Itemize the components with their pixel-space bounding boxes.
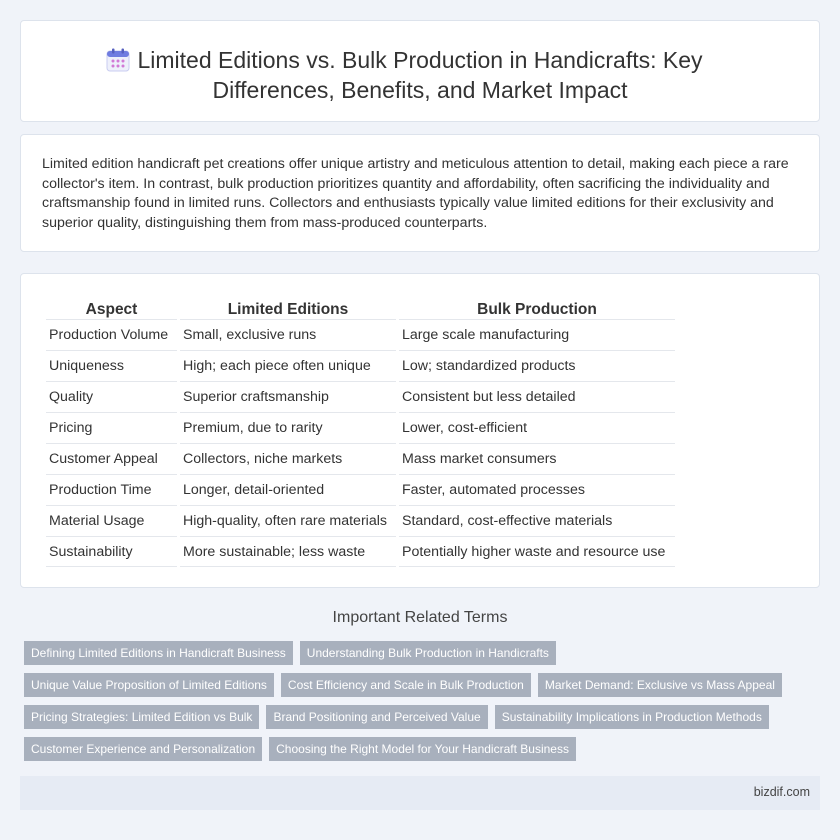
table-row: Production Volume Small, exclusive runs …	[46, 319, 675, 350]
table-cell: Material Usage	[46, 505, 177, 536]
table-cell: Pricing	[46, 412, 177, 443]
related-term-tag[interactable]: Sustainability Implications in Productio…	[494, 705, 769, 729]
table-row: Customer Appeal Collectors, niche market…	[46, 443, 675, 474]
table-cell: More sustainable; less waste	[180, 536, 396, 567]
table-cell: Collectors, niche markets	[180, 443, 396, 474]
tag-row: Customer Experience and Personalization …	[24, 737, 816, 761]
table-header-row: Aspect Limited Editions Bulk Production	[46, 296, 675, 319]
tag-row: Pricing Strategies: Limited Edition vs B…	[24, 705, 816, 729]
intro-paragraph: Limited edition handicraft pet creations…	[42, 156, 789, 231]
related-term-tag[interactable]: Customer Experience and Personalization	[24, 737, 263, 761]
related-terms-list: Defining Limited Editions in Handicraft …	[24, 641, 816, 769]
related-term-tag[interactable]: Defining Limited Editions in Handicraft …	[24, 641, 293, 665]
footer-site-name[interactable]: bizdif.com	[754, 785, 810, 799]
table-cell: Low; standardized products	[399, 350, 675, 381]
header-bulk-production: Bulk Production	[477, 301, 597, 318]
table-cell: High; each piece often unique	[180, 350, 396, 381]
table-cell: Superior craftsmanship	[180, 381, 396, 412]
intro-card: Limited edition handicraft pet creations…	[20, 134, 820, 252]
table-cell: Potentially higher waste and resource us…	[399, 536, 675, 567]
title-card: Limited Editions vs. Bulk Production in …	[20, 20, 820, 122]
table-cell: Premium, due to rarity	[180, 412, 396, 443]
table-cell: Production Volume	[46, 319, 177, 350]
table-cell: Uniqueness	[46, 350, 177, 381]
table-cell: Large scale manufacturing	[399, 319, 675, 350]
table-cell: Quality	[46, 381, 177, 412]
table-cell: Longer, detail-oriented	[180, 474, 396, 505]
table-cell: Lower, cost-efficient	[399, 412, 675, 443]
table-row: Pricing Premium, due to rarity Lower, co…	[46, 412, 675, 443]
tag-row: Unique Value Proposition of Limited Edit…	[24, 673, 816, 697]
table-cell: Production Time	[46, 474, 177, 505]
related-term-tag[interactable]: Cost Efficiency and Scale in Bulk Produc…	[280, 673, 531, 697]
table-row: Uniqueness High; each piece often unique…	[46, 350, 675, 381]
table-row: Quality Superior craftsmanship Consisten…	[46, 381, 675, 412]
related-term-tag[interactable]: Unique Value Proposition of Limited Edit…	[24, 673, 274, 697]
related-term-tag[interactable]: Pricing Strategies: Limited Edition vs B…	[24, 705, 260, 729]
related-term-tag[interactable]: Market Demand: Exclusive vs Mass Appeal	[537, 673, 782, 697]
header-aspect: Aspect	[85, 301, 138, 318]
table-cell: Customer Appeal	[46, 443, 177, 474]
table-cell: High-quality, often rare materials	[180, 505, 396, 536]
comparison-card: Aspect Limited Editions Bulk Production …	[20, 273, 820, 588]
table-cell: Sustainability	[46, 536, 177, 567]
table-cell: Faster, automated processes	[399, 474, 675, 505]
table-row: Production Time Longer, detail-oriented …	[46, 474, 675, 505]
table-cell: Standard, cost-effective materials	[399, 505, 675, 536]
header-limited-editions: Limited Editions	[227, 301, 349, 318]
related-term-tag[interactable]: Understanding Bulk Production in Handicr…	[299, 641, 556, 665]
table-cell: Mass market consumers	[399, 443, 675, 474]
tag-row: Defining Limited Editions in Handicraft …	[24, 641, 816, 665]
table-row: Material Usage High-quality, often rare …	[46, 505, 675, 536]
table-cell: Consistent but less detailed	[399, 381, 675, 412]
related-term-tag[interactable]: Choosing the Right Model for Your Handic…	[269, 737, 576, 761]
table-cell: Small, exclusive runs	[180, 319, 396, 350]
comparison-table: Aspect Limited Editions Bulk Production …	[43, 296, 678, 567]
related-terms-heading: Important Related Terms	[332, 609, 508, 626]
related-term-tag[interactable]: Brand Positioning and Perceived Value	[266, 705, 488, 729]
page-title: Limited Editions vs. Bulk Production in …	[137, 47, 703, 103]
footer: bizdif.com	[20, 776, 820, 810]
table-row: Sustainability More sustainable; less wa…	[46, 536, 675, 567]
